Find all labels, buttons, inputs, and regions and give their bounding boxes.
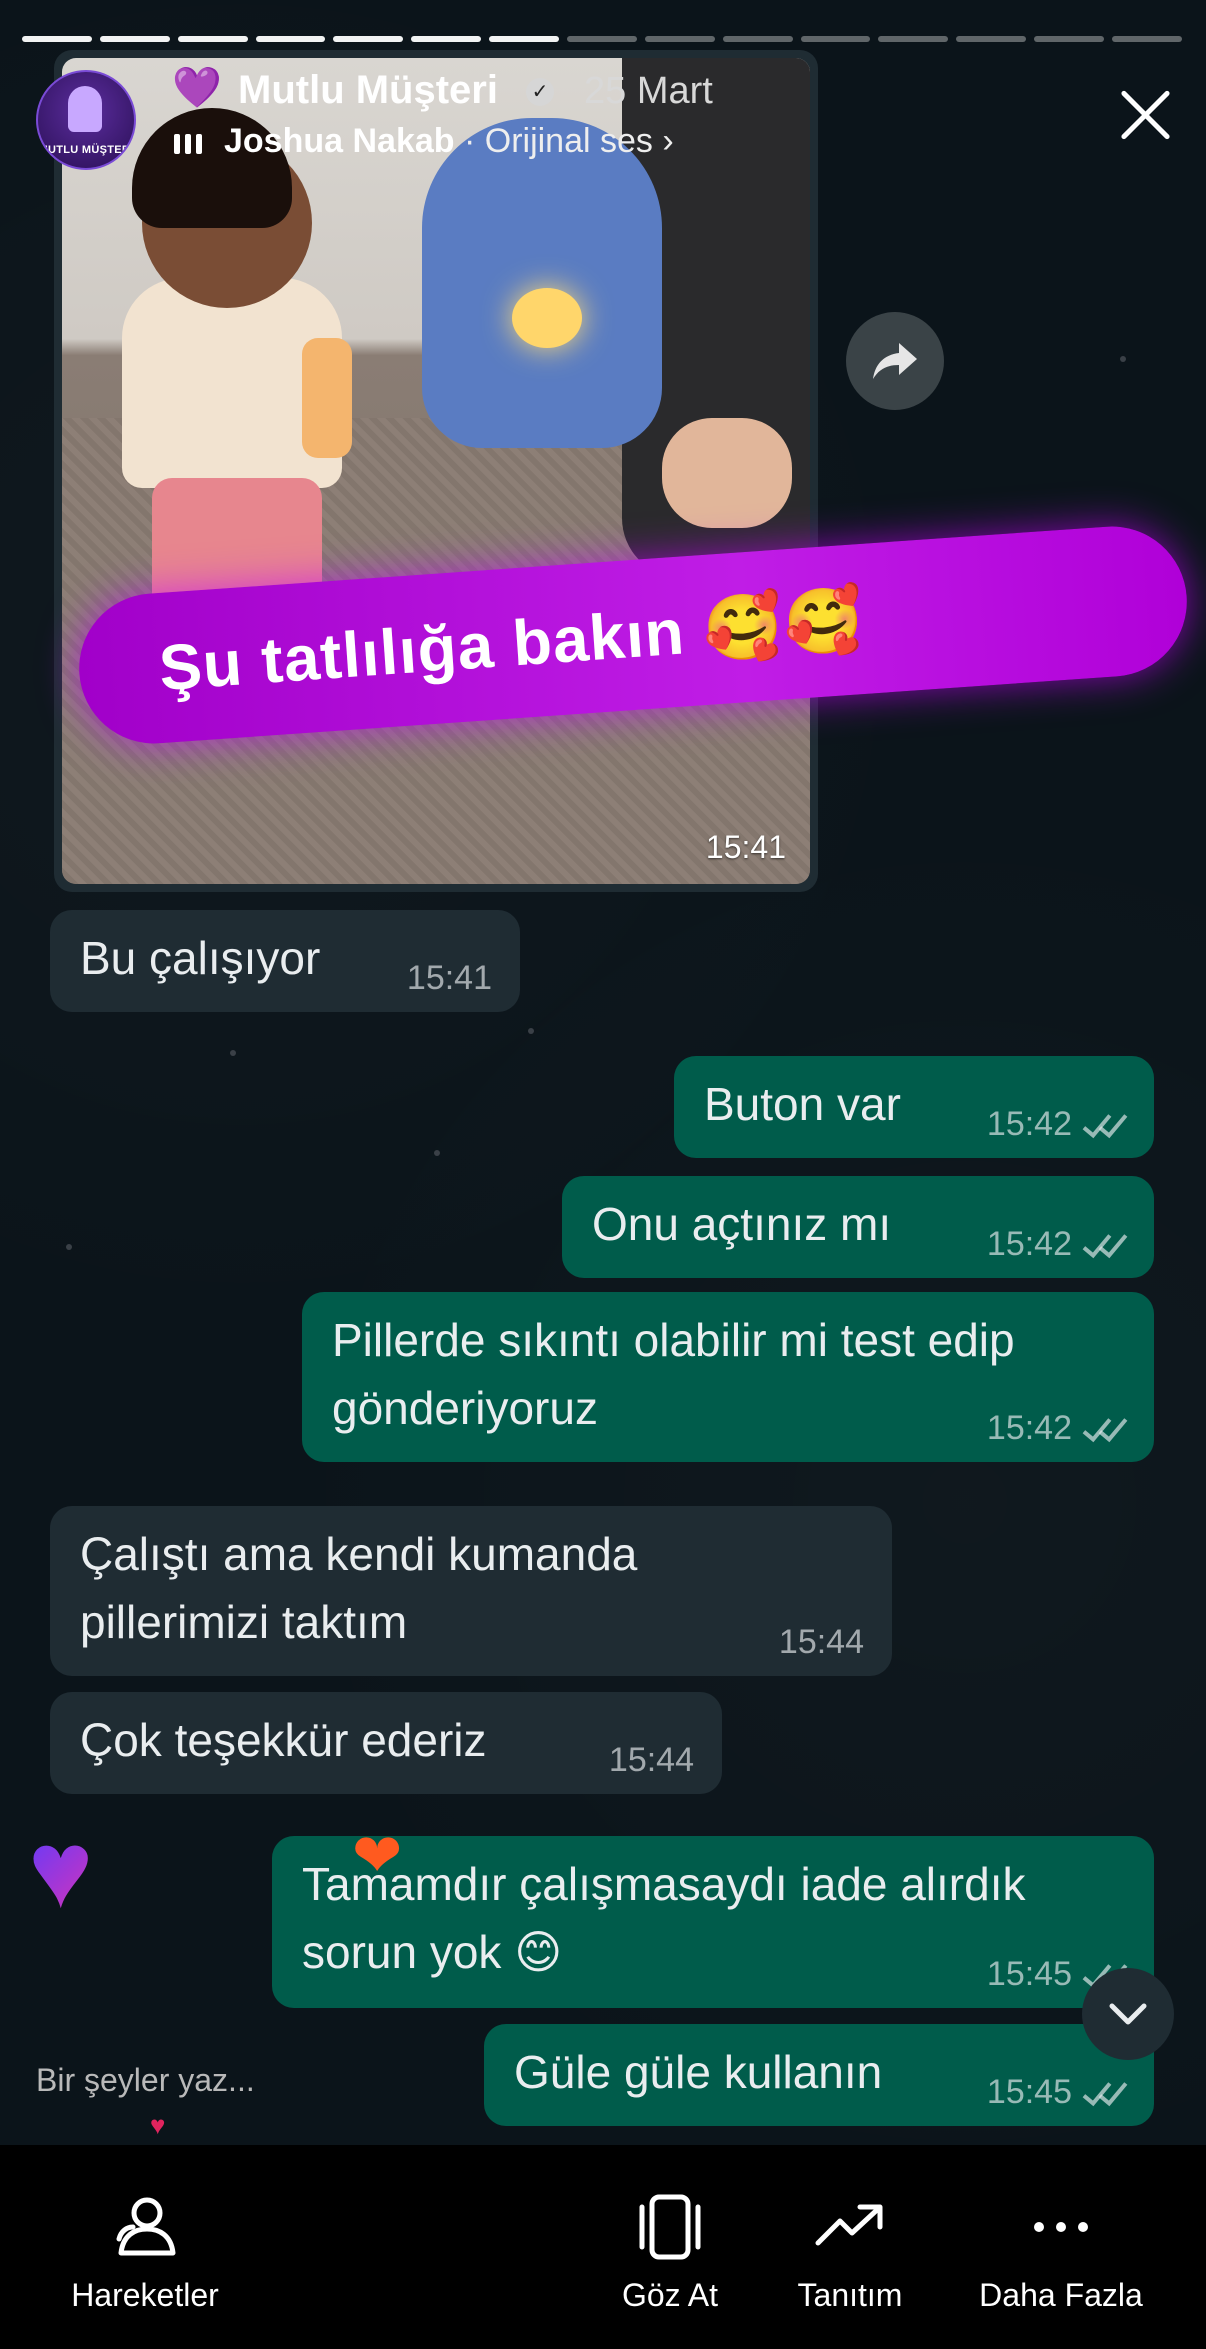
message-outgoing[interactable]: Güle güle kullanın 15:45 xyxy=(484,2024,1154,2126)
cards-icon xyxy=(634,2191,706,2263)
audio-artist: Joshua Nakab xyxy=(224,122,455,160)
verified-icon: ✓ xyxy=(526,78,554,106)
sticker-text: Şu tatlılığa bakın 🥰🥰 xyxy=(156,582,867,704)
message-text: Çok teşekkür ederiz xyxy=(80,1714,487,1766)
nav-activities-label: Hareketler xyxy=(71,2277,219,2313)
background-dot xyxy=(528,1028,534,1034)
story-progress xyxy=(22,36,1182,44)
bottom-bar: Hareketler Göz At Tanıtım Daha Fazla xyxy=(0,2145,1206,2349)
message-text: Bu çalışıyor xyxy=(80,932,321,984)
message-time: 15:42 xyxy=(987,1224,1128,1264)
small-heart-icon: ♥ xyxy=(150,2110,166,2140)
avatar[interactable]: MUTLU MÜŞTERİ xyxy=(36,70,136,170)
message-incoming[interactable]: Çalıştı ama kendi kumanda pillerimizi ta… xyxy=(50,1506,892,1676)
message-text: Buton var xyxy=(704,1078,901,1130)
background-dot xyxy=(434,1150,440,1156)
read-ticks-icon xyxy=(1082,1227,1128,1259)
nav-promote[interactable]: Tanıtım xyxy=(780,2191,920,2314)
nav-promote-label: Tanıtım xyxy=(797,2277,903,2313)
post-date: 25 Mart xyxy=(584,70,713,112)
audio-suffix: · Orijinal ses › xyxy=(454,122,674,160)
message-time: 15:45 xyxy=(987,2072,1128,2112)
purple-heart-icon: 💜 xyxy=(172,66,222,110)
message-time: 15:42 xyxy=(987,1104,1128,1144)
reaction-heart-icon[interactable]: ❤ xyxy=(352,1826,412,1886)
message-outgoing[interactable]: Buton var 15:42 xyxy=(674,1056,1154,1158)
background-dot xyxy=(230,1050,236,1056)
avatar-label: MUTLU MÜŞTERİ xyxy=(38,144,134,156)
background-dot xyxy=(1120,356,1126,362)
read-ticks-icon xyxy=(1082,2075,1128,2107)
more-icon xyxy=(1025,2191,1097,2263)
audio-bars-icon xyxy=(174,130,204,154)
message-time: 15:44 xyxy=(778,1623,864,1661)
message-text: Onu açtınız mı xyxy=(592,1198,892,1250)
message-time: 15:44 xyxy=(608,1741,694,1779)
nav-activities[interactable]: Hareketler xyxy=(60,2191,230,2314)
floating-heart-icon: ♥ xyxy=(28,1815,138,1925)
message-time: 15:42 xyxy=(987,1408,1128,1448)
people-icon xyxy=(109,2191,181,2263)
reply-input[interactable]: Bir şeyler yaz... xyxy=(36,2062,255,2099)
message-outgoing[interactable]: Pillerde sıkıntı olabilir mi test edip g… xyxy=(302,1292,1154,1462)
message-incoming[interactable]: Bu çalışıyor 15:41 xyxy=(50,910,520,1012)
background-dot xyxy=(66,1244,72,1250)
photo-time: 15:41 xyxy=(705,829,786,865)
trending-up-icon xyxy=(814,2191,886,2263)
forward-button[interactable] xyxy=(846,312,944,410)
message-text: Pillerde sıkıntı olabilir mi test edip g… xyxy=(332,1314,1015,1434)
message-time: 15:41 xyxy=(406,959,492,997)
message-text: Güle güle kullanın xyxy=(514,2046,883,2098)
nav-browse[interactable]: Göz At xyxy=(600,2191,740,2314)
scroll-down-button[interactable] xyxy=(1082,1968,1174,2060)
close-icon[interactable] xyxy=(1110,80,1180,150)
nav-browse-label: Göz At xyxy=(621,2277,719,2313)
nav-more[interactable]: Daha Fazla xyxy=(966,2191,1156,2314)
nav-more-label: Daha Fazla xyxy=(979,2277,1143,2313)
photo-image[interactable]: 15:41 xyxy=(62,58,810,884)
message-incoming[interactable]: Çok teşekkür ederiz 15:44 xyxy=(50,1692,722,1794)
read-ticks-icon xyxy=(1082,1107,1128,1139)
read-ticks-icon xyxy=(1082,1411,1128,1443)
forward-icon xyxy=(873,343,917,379)
account-name[interactable]: Mutlu Müşteri xyxy=(238,68,498,113)
message-text: Çalıştı ama kendi kumanda pillerimizi ta… xyxy=(80,1528,638,1648)
photo-message[interactable]: 15:41 xyxy=(54,50,818,892)
chevron-down-icon xyxy=(1109,2003,1147,2025)
audio-link[interactable]: Joshua Nakab · Orijinal ses › xyxy=(224,122,674,161)
message-outgoing[interactable]: Onu açtınız mı 15:42 xyxy=(562,1176,1154,1278)
